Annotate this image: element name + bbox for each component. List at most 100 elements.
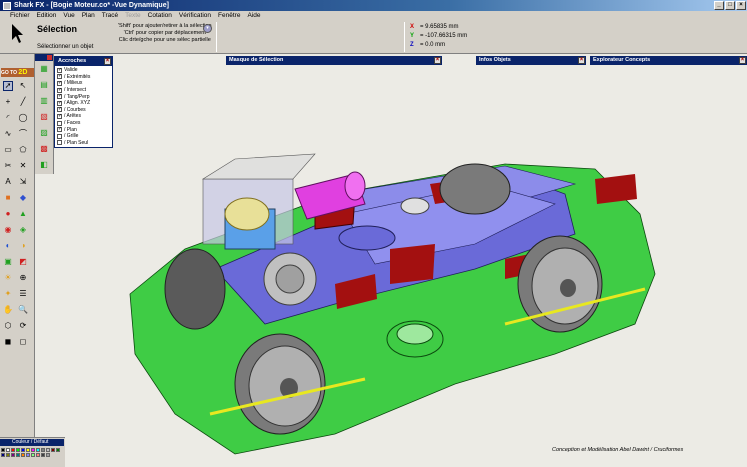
color-swatch[interactable] xyxy=(31,453,35,457)
boolean-icon[interactable]: ● xyxy=(3,209,13,219)
revolve-icon[interactable]: ◆ xyxy=(18,193,28,203)
snap-midpoint-icon[interactable]: ▥ xyxy=(39,96,49,106)
partial-select-tool[interactable]: ↖ xyxy=(18,81,28,91)
menu-texte[interactable]: Texte xyxy=(125,12,141,19)
view-cube-icon[interactable]: ⬡ xyxy=(3,321,13,331)
snap-option[interactable]: / Plan Seul xyxy=(57,140,110,147)
zoom-icon[interactable]: 🔍 xyxy=(18,305,28,315)
chamfer-icon[interactable]: ◈ xyxy=(18,225,28,235)
color-swatch[interactable] xyxy=(6,448,10,452)
color-swatch[interactable] xyxy=(11,453,15,457)
select-tool[interactable]: ➚ xyxy=(3,81,13,91)
selection-mask-close-icon[interactable]: × xyxy=(434,57,441,64)
menu-fichier[interactable]: Fichier xyxy=(10,12,30,19)
object-info-close-icon[interactable]: × xyxy=(578,57,585,64)
pan-hand-icon[interactable]: ✋ xyxy=(3,305,13,315)
color-swatch[interactable] xyxy=(36,448,40,452)
fillet-icon[interactable]: ◉ xyxy=(3,225,13,235)
selection-mask-panel[interactable]: Masque de Sélection × xyxy=(226,56,442,65)
color-swatch[interactable] xyxy=(46,448,50,452)
color-swatch[interactable] xyxy=(1,448,5,452)
measure-icon[interactable]: ⊕ xyxy=(18,273,28,283)
cross-tool[interactable]: ✕ xyxy=(18,161,28,171)
render-icon[interactable]: ✦ xyxy=(3,289,13,299)
rectangle-tool[interactable]: ▭ xyxy=(3,145,13,155)
snap-checkbox[interactable] xyxy=(57,140,62,146)
light-icon[interactable]: ☀ xyxy=(3,273,13,283)
layer-icon[interactable]: ☰ xyxy=(18,289,28,299)
3d-viewport[interactable] xyxy=(35,54,747,467)
color-swatch[interactable] xyxy=(26,453,30,457)
orbit-icon[interactable]: ⟳ xyxy=(18,321,28,331)
snap-option[interactable]: ✓ / Milieux xyxy=(57,80,110,87)
snap-checkbox[interactable] xyxy=(57,120,62,126)
close-button[interactable]: × xyxy=(736,1,746,10)
snap-checkbox[interactable]: ✓ xyxy=(57,107,62,113)
snap-option[interactable]: ✓ / Align. XYZ xyxy=(57,100,110,107)
color-swatch[interactable] xyxy=(16,448,20,452)
snap-intersect-icon[interactable]: ▧ xyxy=(39,112,49,122)
color-swatch[interactable] xyxy=(21,453,25,457)
snap-face-icon[interactable]: ▩ xyxy=(39,144,49,154)
snap-option[interactable]: ✓ / Courbes xyxy=(57,107,110,114)
accroches-close-icon[interactable]: × xyxy=(104,58,111,65)
text-tool[interactable]: A xyxy=(3,177,13,187)
snap-curve-icon[interactable]: ▨ xyxy=(39,128,49,138)
mirror-icon[interactable]: ◩ xyxy=(18,257,28,267)
snap-grid-icon[interactable]: ▦ xyxy=(39,64,49,74)
menu-aide[interactable]: Aide xyxy=(247,12,260,19)
color-swatch[interactable] xyxy=(11,448,15,452)
snap-option[interactable]: ✓ / Extrémités xyxy=(57,74,110,81)
menu-cotation[interactable]: Cotation xyxy=(148,12,172,19)
wire-view-icon[interactable]: ◻ xyxy=(18,337,28,347)
concepts-explorer-close-icon[interactable]: × xyxy=(739,57,746,64)
snap-option[interactable]: ✓ / Arêtes xyxy=(57,113,110,120)
snap-checkbox[interactable]: ✓ xyxy=(57,74,62,80)
snap-checkbox[interactable] xyxy=(57,133,62,139)
menu-verification[interactable]: Vérification xyxy=(179,12,211,19)
snap-checkbox[interactable]: ✓ xyxy=(57,94,62,100)
color-swatch[interactable] xyxy=(51,448,55,452)
snap-checkbox[interactable]: ✓ xyxy=(57,100,62,106)
snap-option[interactable]: / Faces xyxy=(57,120,110,127)
snap-checkbox[interactable]: ✓ xyxy=(57,80,62,86)
color-swatch[interactable] xyxy=(41,448,45,452)
menu-vue[interactable]: Vue xyxy=(63,12,74,19)
color-swatch[interactable] xyxy=(56,448,60,452)
point-tool[interactable]: + xyxy=(3,97,13,107)
snap-option[interactable]: ✓ / Tang/Perp xyxy=(57,93,110,100)
color-swatch[interactable] xyxy=(41,453,45,457)
spline-tool[interactable]: ⌒ xyxy=(18,129,28,139)
polygon-tool[interactable]: ⬠ xyxy=(18,145,28,155)
curve-tool[interactable]: ∿ xyxy=(3,129,13,139)
snap-checkbox[interactable]: ✓ xyxy=(57,87,62,93)
solid-view-icon[interactable]: ◼ xyxy=(3,337,13,347)
snap-plane-icon[interactable]: ◧ xyxy=(39,160,49,170)
color-swatch[interactable] xyxy=(46,453,50,457)
snap-option[interactable]: ✓ Valide xyxy=(57,67,110,74)
color-swatch[interactable] xyxy=(31,448,35,452)
concepts-explorer-panel[interactable]: Explorateur Concepts × xyxy=(590,56,747,65)
hints-dropdown-button[interactable]: ▾ xyxy=(203,24,212,33)
menu-trace[interactable]: Tracé xyxy=(102,12,118,19)
snap-checkbox[interactable]: ✓ xyxy=(57,67,62,73)
snap-option[interactable]: / Grille xyxy=(57,133,110,140)
maximize-button[interactable]: □ xyxy=(725,1,735,10)
menu-plan[interactable]: Plan xyxy=(82,12,95,19)
pattern-icon[interactable]: ▣ xyxy=(3,257,13,267)
snap-endpoint-icon[interactable]: ▤ xyxy=(39,80,49,90)
minimize-button[interactable]: _ xyxy=(714,1,724,10)
trim-tool[interactable]: ✂ xyxy=(3,161,13,171)
dimension-tool[interactable]: ⇲ xyxy=(18,177,28,187)
menu-edition[interactable]: Edition xyxy=(37,12,57,19)
toolbar-close-icon[interactable] xyxy=(47,55,52,60)
snap-checkbox[interactable]: ✓ xyxy=(57,127,62,133)
goto-2d-badge[interactable]: GO TO 2D xyxy=(1,68,34,77)
shell-icon[interactable]: ▲ xyxy=(18,209,28,219)
loft-icon[interactable]: ◑ xyxy=(18,241,28,251)
menu-fenetre[interactable]: Fenêtre xyxy=(218,12,240,19)
color-swatch[interactable] xyxy=(21,448,25,452)
color-swatch[interactable] xyxy=(1,453,5,457)
snap-option[interactable]: ✓ / Intersect xyxy=(57,87,110,94)
arc-tool[interactable]: ◜ xyxy=(3,113,13,123)
